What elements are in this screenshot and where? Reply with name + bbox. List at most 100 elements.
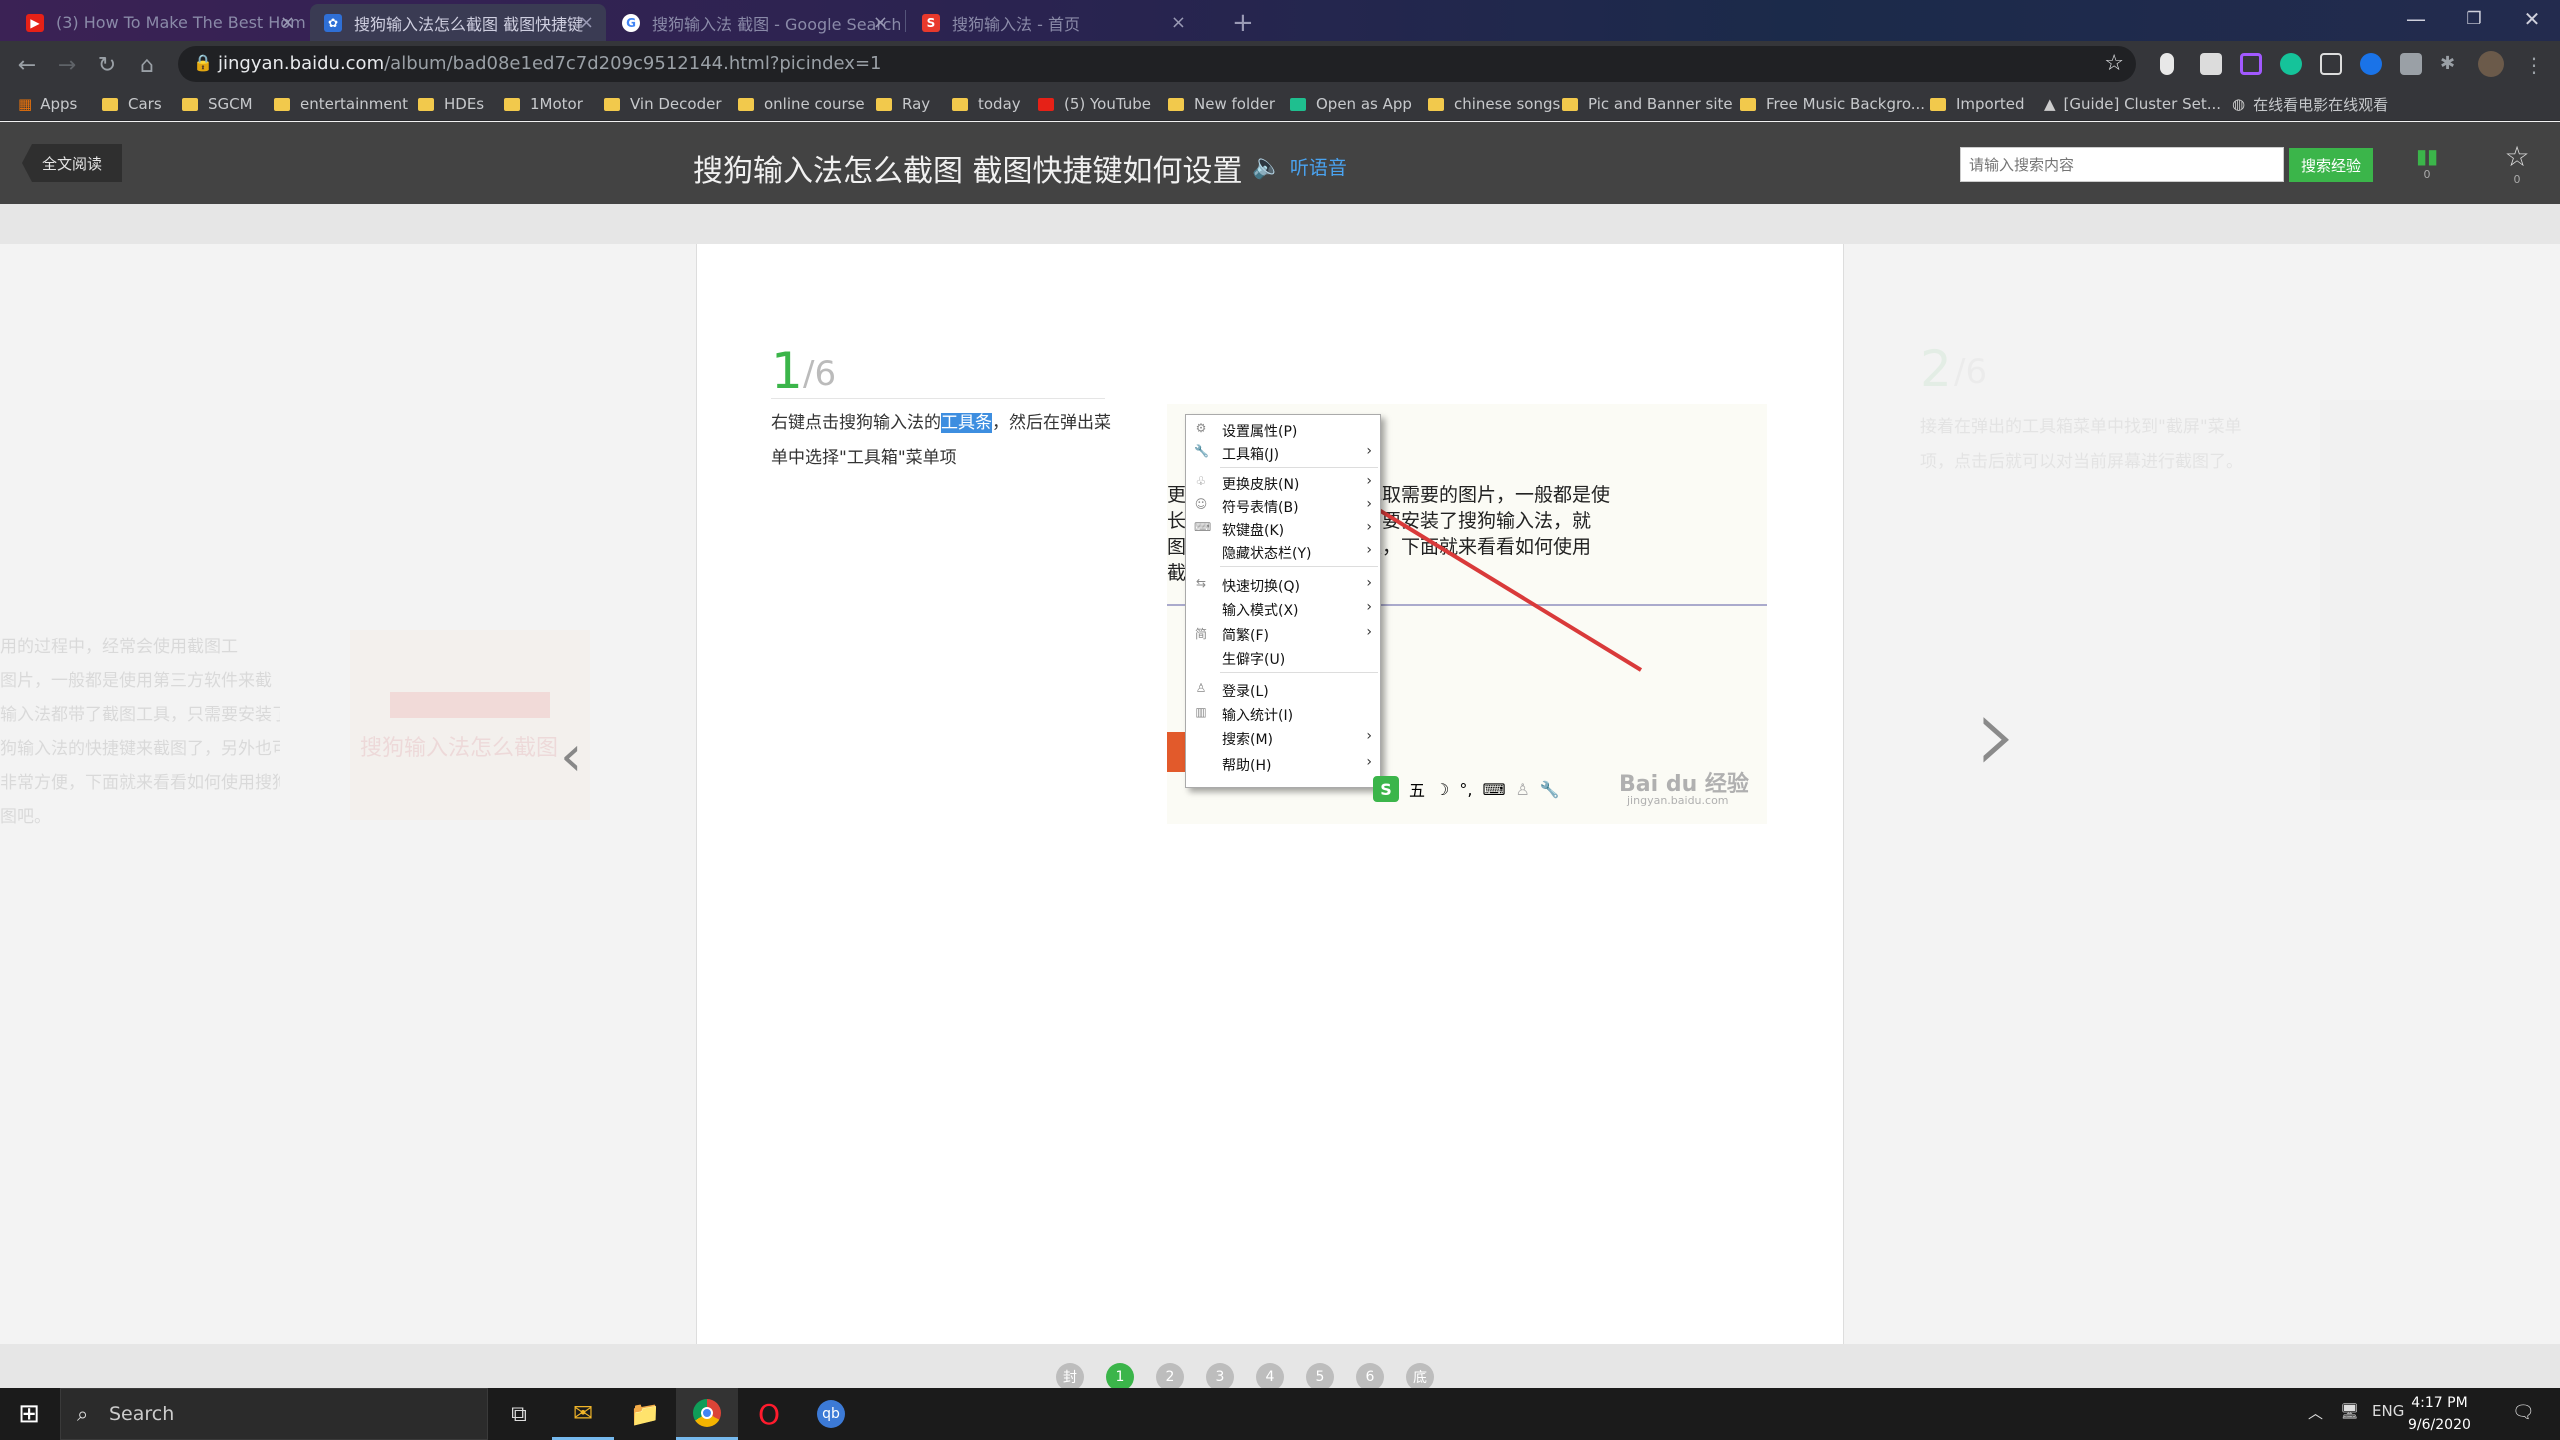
windows-start-icon[interactable]: ⊞ xyxy=(0,1388,58,1440)
bookmark-link[interactable]: ◍ 在线看电影在线观看 xyxy=(2232,93,2388,115)
extension-icon[interactable] xyxy=(2320,53,2342,75)
bookmark-folder[interactable]: New folder xyxy=(1168,93,1275,115)
menu-item-search[interactable]: 搜索(M) › xyxy=(1186,727,1382,749)
search-button[interactable]: 搜索经验 xyxy=(2289,148,2373,182)
tab-youtube[interactable]: ▶ (3) How To Make The Best Hom × xyxy=(12,4,307,41)
extension-icon[interactable] xyxy=(2400,53,2422,75)
page-dot-last[interactable]: 底 xyxy=(1406,1363,1434,1391)
menu-item-quick-switch[interactable]: ⇆ 快速切换(Q) › xyxy=(1186,574,1382,596)
menu-item-hide-statusbar[interactable]: 隐藏状态栏(Y) › xyxy=(1186,541,1382,563)
bookmark-folder[interactable]: Pic and Banner site xyxy=(1562,93,1733,115)
bookmark-label: [Guide] Cluster Set... xyxy=(2063,95,2222,113)
bookmark-folder[interactable]: Free Music Backgro... xyxy=(1740,93,1925,115)
close-icon[interactable]: × xyxy=(1171,12,1186,33)
address-bar[interactable]: 🔒 jingyan.baidu.com/album/bad08e1ed7c7d2… xyxy=(178,46,2136,82)
chevron-up-icon[interactable]: ︿ xyxy=(2308,1402,2323,1423)
restore-button[interactable]: ❐ xyxy=(2446,0,2502,38)
user-icon: ♙ xyxy=(1195,681,1207,695)
bookmark-folder[interactable]: online course xyxy=(738,93,865,115)
notification-icon[interactable]: 🗨 xyxy=(2512,1402,2535,1423)
forward-button[interactable]: → xyxy=(52,50,82,80)
new-tab-button[interactable]: + xyxy=(1218,4,1258,41)
tab-google[interactable]: G 搜狗输入法 截图 - Google Search × xyxy=(608,4,900,41)
search-input[interactable] xyxy=(1960,147,2284,182)
menu-icon[interactable]: ⋮ xyxy=(2524,53,2546,77)
extension-icon[interactable] xyxy=(2200,53,2222,75)
bookmark-folder[interactable]: HDEs xyxy=(418,93,484,115)
prev-slide-arrow[interactable]: ‹ xyxy=(560,724,582,789)
qbittorrent-app-icon[interactable]: qb xyxy=(800,1388,862,1440)
grammarly-icon[interactable] xyxy=(2280,53,2302,75)
bookmark-folder[interactable]: entertainment xyxy=(274,93,408,115)
menu-item-login[interactable]: ♙ 登录(L) xyxy=(1186,679,1382,701)
page-title: 搜狗输入法怎么截图 截图快捷键如何设置 xyxy=(693,154,1243,189)
bookmark-folder[interactable]: Cars xyxy=(102,93,162,115)
listen-audio-button[interactable]: 🔈 听语音 xyxy=(1252,152,1347,180)
smiley-icon: ☺ xyxy=(1194,497,1208,511)
taskbar-search[interactable]: ⌕ Search xyxy=(60,1388,488,1440)
reload-button[interactable]: ↻ xyxy=(92,50,122,80)
opera-app-icon[interactable]: O xyxy=(738,1388,800,1440)
close-window-button[interactable]: ✕ xyxy=(2504,0,2560,38)
network-icon[interactable]: 🖥 xyxy=(2340,1402,2359,1420)
tab-baidu[interactable]: ✿ 搜狗输入法怎么截图 截图快捷键 × xyxy=(310,4,606,41)
bookmark-folder[interactable]: Ray xyxy=(876,93,930,115)
menu-item-softkeyboard[interactable]: ⌨ 软键盘(K) › xyxy=(1186,518,1382,540)
page-dot-2[interactable]: 2 xyxy=(1156,1363,1184,1391)
star-icon[interactable]: ☆ xyxy=(2104,51,2124,76)
language-indicator[interactable]: ENG xyxy=(2372,1402,2404,1420)
bookmark-folder[interactable]: Imported xyxy=(1930,93,2025,115)
menu-item-help[interactable]: 帮助(H) › xyxy=(1186,753,1382,775)
menu-item-rare-chars[interactable]: 生僻字(U) xyxy=(1186,647,1382,669)
page-dot-4[interactable]: 4 xyxy=(1256,1363,1284,1391)
next-slide-arrow[interactable]: › xyxy=(1975,670,2019,798)
close-icon[interactable]: × xyxy=(579,12,594,33)
home-button[interactable]: ⌂ xyxy=(132,50,162,80)
tab-sogou[interactable]: S 搜狗输入法 - 首页 × xyxy=(908,4,1198,41)
favorite-button[interactable]: ☆ 0 xyxy=(2500,140,2534,186)
minimize-button[interactable]: — xyxy=(2388,0,2444,38)
system-clock[interactable]: 4:17 PM 9/6/2020 xyxy=(2408,1392,2471,1436)
bookmark-app[interactable]: Open as App xyxy=(1290,93,1412,115)
page-dot-1[interactable]: 1 xyxy=(1106,1363,1134,1391)
baidu-icon: ✿ xyxy=(324,13,342,32)
bookmark-folder[interactable]: today xyxy=(952,93,1021,115)
step-image[interactable]: 更所 会使用截图工具来截取需要的图片，一般都是使 长截 带了截图工具，只需要安装… xyxy=(1167,404,1767,824)
puzzle-icon[interactable]: ✱ xyxy=(2440,53,2462,75)
page-dot-3[interactable]: 3 xyxy=(1206,1363,1234,1391)
step-card: 1 /6 右键点击搜狗输入法的工具条，然后在弹出菜单中选择"工具箱"菜单项 更所… xyxy=(696,244,1844,1344)
full-read-button[interactable]: 全文阅读 xyxy=(22,144,122,182)
bookmark-youtube[interactable]: (5) YouTube xyxy=(1038,93,1151,115)
mail-app-icon[interactable]: ✉ xyxy=(552,1388,614,1440)
back-button[interactable]: ← xyxy=(12,50,42,80)
bookmark-folder[interactable]: 1Motor xyxy=(504,93,583,115)
bookmark-folder[interactable]: SGCM xyxy=(182,93,253,115)
menu-item-input-mode[interactable]: 输入模式(X) › xyxy=(1186,598,1382,620)
extension-icon[interactable] xyxy=(2160,53,2174,75)
file-explorer-icon[interactable]: 📁 xyxy=(614,1388,676,1440)
menu-item-toolbox[interactable]: 🔧 工具箱(J) › xyxy=(1186,442,1382,464)
page-dot-6[interactable]: 6 xyxy=(1356,1363,1384,1391)
menu-item-emoji[interactable]: ☺ 符号表情(B) › xyxy=(1186,495,1382,517)
menu-item-skin[interactable]: ♧ 更换皮肤(N) › xyxy=(1186,472,1382,494)
menu-item-settings[interactable]: ⚙ 设置属性(P) xyxy=(1186,419,1382,441)
bookmark-link[interactable]: ▲ [Guide] Cluster Set... xyxy=(2044,93,2221,115)
close-icon[interactable]: × xyxy=(280,12,295,33)
bookmark-apps[interactable]: ▦ Apps xyxy=(18,93,77,115)
bookmark-folder[interactable]: chinese songs xyxy=(1428,93,1560,115)
extension-icon[interactable] xyxy=(2240,53,2262,75)
menu-item-simplified-traditional[interactable]: 简 简繁(F) › xyxy=(1186,623,1382,645)
menu-item-label: 输入模式(X) xyxy=(1222,603,1299,619)
stats-button[interactable]: ▮▮ 0 xyxy=(2410,144,2444,181)
page-dot-first[interactable]: 封 xyxy=(1056,1363,1084,1391)
chrome-app-icon[interactable] xyxy=(676,1388,738,1440)
extension-icon[interactable] xyxy=(2360,53,2382,75)
google-icon: G xyxy=(622,13,640,32)
avatar[interactable] xyxy=(2478,51,2504,77)
page-dot-5[interactable]: 5 xyxy=(1306,1363,1334,1391)
menu-item-input-stats[interactable]: ▥ 输入统计(I) xyxy=(1186,703,1382,725)
prev-slide-preview[interactable]: 用的过程中，经常会使用截图工 图片，一般都是使用第三方软件来截 输入法都带了截图… xyxy=(0,620,600,850)
close-icon[interactable]: × xyxy=(873,12,888,33)
bookmark-folder[interactable]: Vin Decoder xyxy=(604,93,722,115)
task-view-icon[interactable]: ⧉ xyxy=(488,1388,550,1440)
